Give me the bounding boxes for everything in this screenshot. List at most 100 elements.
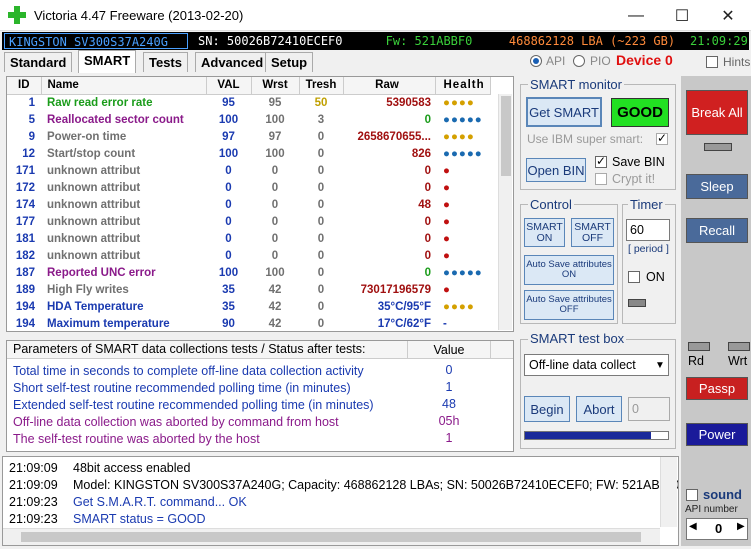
table-row[interactable]: 174 unknown attribut 0 0 0 48 ● [7,197,490,214]
tab-standard[interactable]: Standard [4,52,73,72]
attr-raw: 0 [424,266,431,279]
attr-id: 5 [28,113,35,126]
attr-worst: 0 [271,198,279,211]
table-row[interactable]: 1 Raw read error rate 95 95 50 5390583 ●●●● [7,94,490,112]
chevron-down-icon[interactable]: ▼ [652,356,668,374]
app-plus-icon [8,6,26,24]
attr-health: ● [443,283,451,296]
get-smart-button[interactable]: Get SMART [526,97,602,127]
test-value-field[interactable]: 0 [628,397,670,421]
attr-val: 95 [222,96,235,109]
hints-label: Hints [723,55,751,69]
attr-worst: 0 [271,232,279,245]
col-raw-header[interactable]: Raw [343,77,436,95]
log-vscrollbar[interactable] [660,457,677,527]
attr-health: ● [443,232,451,245]
drive-serial: SN: 50026B72410ECEF0 [194,33,356,49]
attr-val: 0 [225,181,232,194]
attr-id: 12 [22,147,35,160]
param-row-name: Extended self-test routine recommended p… [13,398,374,412]
abort-button[interactable]: Abort [576,396,622,422]
passp-button[interactable]: Passp [686,377,748,400]
table-row[interactable]: 9 Power-on time 97 97 0 2658670655... ●●●● [7,129,490,146]
attr-threshold: 0 [317,317,325,330]
attr-id: 182 [15,249,35,262]
col-name-header[interactable]: Name [41,77,207,95]
attr-name: Reported UNC error [47,266,156,279]
autosave-off-button[interactable]: Auto Save attributes OFF [524,290,614,320]
wrt-label: Wrt [728,354,748,368]
sound-checkbox[interactable] [686,489,698,501]
maximize-button[interactable]: ☐ [659,0,705,31]
col-health-header[interactable]: Health [435,77,491,95]
sleep-button[interactable]: Sleep [686,174,748,199]
table-row[interactable]: 171 unknown attribut 0 0 0 0 ● [7,163,490,180]
smart-status-badge: GOOD [611,98,669,127]
col-val-header[interactable]: VAL [206,77,252,95]
tab-advanced[interactable]: Advanced [195,52,270,72]
col-tresh-header[interactable]: Tresh [299,77,344,95]
log-hscrollbar[interactable] [3,528,660,545]
attr-raw: 0 [424,215,431,228]
sound-label: sound [703,487,742,502]
api-radio[interactable] [530,55,542,67]
attr-name: unknown attribut [47,249,141,262]
hints-checkbox[interactable] [706,56,718,68]
power-button[interactable]: Power [686,423,748,446]
tab-setup[interactable]: Setup [265,52,314,72]
attr-name: Maximum temperature [47,317,170,330]
table-row[interactable]: 194 HDA Temperature 35 42 0 35°C/95°F ●●●● [7,299,490,316]
smart-on-button[interactable]: SMART ON [524,218,565,247]
attr-threshold: 50 [314,96,328,109]
increment-icon[interactable]: ▶ [737,521,745,532]
attr-raw: 17°C/62°F [377,317,431,330]
crypt-checkbox[interactable] [595,173,607,185]
timer-on-checkbox[interactable] [628,271,640,283]
table-scroll-thumb[interactable] [501,96,511,176]
test-progress-fill [525,432,651,439]
log-line: 21:09:23 Get S.M.A.R.T. command... OK [9,494,247,511]
tab-tests[interactable]: Tests [143,52,188,72]
log-hscroll-thumb[interactable] [21,532,641,542]
timer-input[interactable]: 60 [626,219,670,241]
api-number-spinner[interactable]: ◀ 0 ▶ [686,518,748,540]
col-wrst-header[interactable]: Wrst [251,77,300,95]
table-row[interactable]: 182 unknown attribut 0 0 0 0 ● [7,248,490,265]
table-row[interactable]: 5 Reallocated sector count 100 100 3 0 ●●●●● [7,112,490,129]
attr-health: ● [443,164,451,177]
control-label: Control [528,197,574,212]
smart-off-button[interactable]: SMART OFF [571,218,614,247]
break-all-button[interactable]: Break All [686,90,748,135]
table-row[interactable]: 194 Maximum temperature 90 42 0 17°C/62°F - [7,316,490,332]
table-row[interactable]: 187 Reported UNC error 100 100 0 0 ●●●●● [7,265,490,282]
close-button[interactable]: ✕ [705,0,751,31]
attr-threshold: 0 [317,249,325,262]
attr-val: 100 [218,147,239,160]
save-bin-checkbox[interactable] [595,154,607,168]
save-bin-label: Save BIN [612,155,665,169]
api-number-value: 0 [715,521,723,536]
decrement-icon[interactable]: ◀ [689,521,697,532]
recall-button[interactable]: Recall [686,218,748,243]
table-row[interactable]: 172 unknown attribut 0 0 0 0 ● [7,180,490,197]
table-row[interactable]: 189 High Fly writes 35 42 0 73017196579 ● [7,282,490,299]
begin-button[interactable]: Begin [524,396,570,422]
test-progress-bar [524,431,669,440]
tab-smart[interactable]: SMART [78,50,137,73]
attr-id: 172 [15,181,35,194]
ibm-super-smart-checkbox[interactable] [656,131,668,145]
minimize-button[interactable]: — [613,0,659,31]
test-type-select[interactable]: Off-line data collect ▼ [524,354,669,376]
open-bin-button[interactable]: Open BIN [526,158,586,182]
param-row-name: Total time in seconds to complete off-li… [13,364,364,378]
table-scrollbar[interactable] [498,94,512,330]
col-id-header[interactable]: ID [7,77,42,95]
autosave-on-button[interactable]: Auto Save attributes ON [524,255,614,285]
table-row[interactable]: 12 Start/stop count 100 100 0 826 ●●●●● [7,146,490,163]
pio-radio[interactable] [573,55,585,67]
device-label[interactable]: Device 0 [616,52,673,68]
table-row[interactable]: 177 unknown attribut 0 0 0 0 ● [7,214,490,231]
attr-health: - [443,317,448,330]
table-row[interactable]: 181 unknown attribut 0 0 0 0 ● [7,231,490,248]
attr-health: ●●●● [443,300,475,313]
